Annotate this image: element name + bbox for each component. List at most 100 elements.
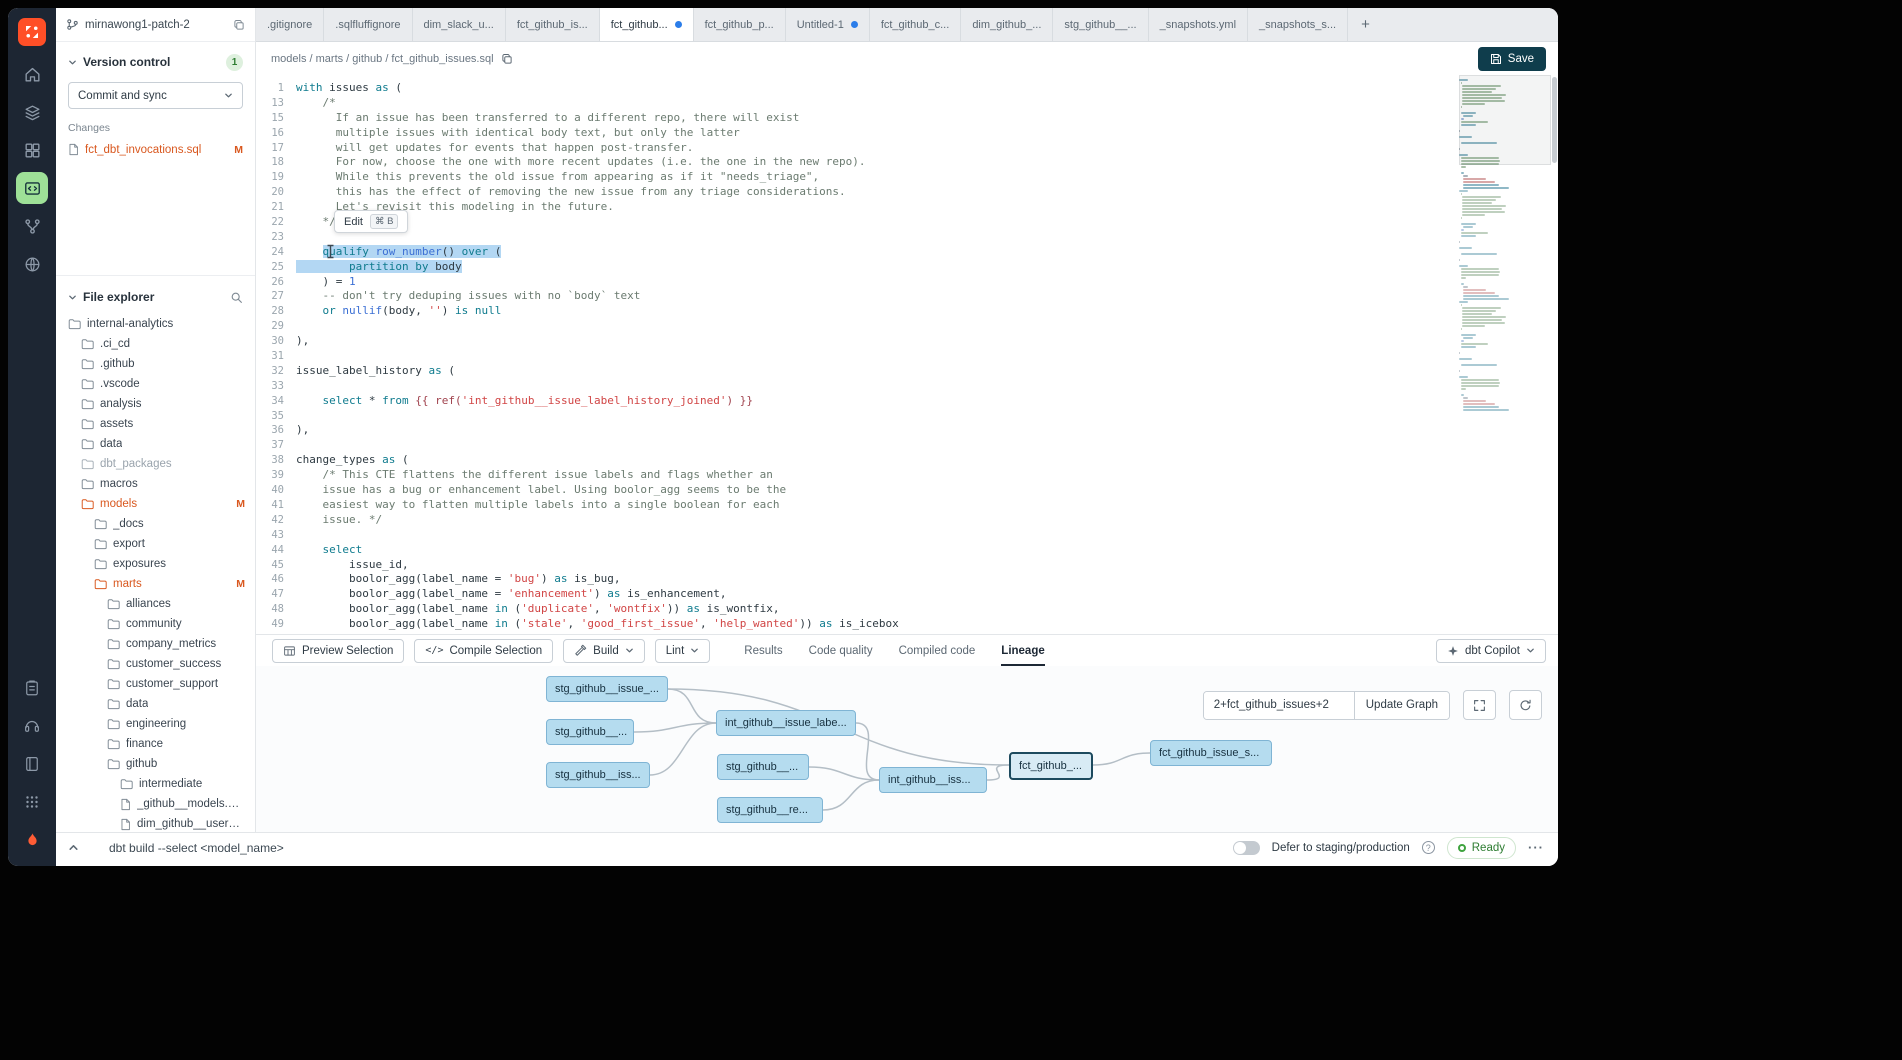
dashboard-icon[interactable]	[16, 134, 48, 166]
code-line[interactable]: 19 While this prevents the old issue fro…	[256, 170, 1558, 185]
file-tree-item[interactable]: intermediate	[56, 774, 255, 794]
file-tree-item[interactable]: internal-analytics	[56, 314, 255, 334]
code-line[interactable]: 38change_types as (	[256, 453, 1558, 468]
more-menu-button[interactable]: ···	[1528, 840, 1544, 855]
file-tree-item[interactable]: .github	[56, 354, 255, 374]
warehouse-icon[interactable]	[16, 96, 48, 128]
status-ready-badge[interactable]: Ready	[1447, 837, 1516, 859]
dag-icon[interactable]	[16, 210, 48, 242]
editor-tab[interactable]: fct_github_p...	[694, 8, 786, 41]
file-tree-item[interactable]: community	[56, 614, 255, 634]
commit-and-sync-dropdown[interactable]: Commit and sync	[68, 82, 243, 109]
code-line[interactable]: 30),	[256, 334, 1558, 349]
lineage-node[interactable]: stg_github__issue_...	[546, 676, 668, 702]
code-line[interactable]: 45 issue_id,	[256, 558, 1558, 573]
file-tree-item[interactable]: analysis	[56, 394, 255, 414]
editor-tab[interactable]: .gitignore	[256, 8, 324, 41]
file-tree-item[interactable]: engineering	[56, 714, 255, 734]
lint-button[interactable]: Lint	[655, 639, 711, 663]
dbt-copilot-button[interactable]: dbt Copilot	[1436, 639, 1546, 663]
code-line[interactable]: 15 If an issue has been transferred to a…	[256, 111, 1558, 126]
code-line[interactable]: 33	[256, 379, 1558, 394]
editor-tab[interactable]: dim_slack_u...	[413, 8, 506, 41]
code-line[interactable]: 41 easiest way to flatten multiple label…	[256, 498, 1558, 513]
lineage-node[interactable]: stg_github__iss...	[546, 762, 650, 788]
panel-tab-lineage[interactable]: Lineage	[1001, 635, 1044, 666]
lineage-node[interactable]: fct_github_...	[1009, 752, 1093, 780]
code-line[interactable]: 48 boolor_agg(label_name in ('duplicate'…	[256, 602, 1558, 617]
file-tree-item[interactable]: customer_support	[56, 674, 255, 694]
code-line[interactable]: 32issue_label_history as (	[256, 364, 1558, 379]
save-button[interactable]: Save	[1478, 47, 1546, 71]
expand-panel-button[interactable]	[64, 838, 83, 857]
editor-tab[interactable]: fct_github...	[600, 8, 694, 41]
code-line[interactable]: 35	[256, 409, 1558, 424]
code-line[interactable]: 26 ) = 1	[256, 275, 1558, 290]
editor-tab[interactable]: fct_github_c...	[870, 8, 962, 41]
minimap-viewport[interactable]	[1459, 75, 1551, 165]
code-line[interactable]: 25 partition by body	[256, 260, 1558, 275]
code-line[interactable]: 31	[256, 349, 1558, 364]
editor-tab[interactable]: _snapshots_s...	[1248, 8, 1348, 41]
defer-toggle[interactable]	[1233, 841, 1260, 855]
code-line[interactable]: 49 boolor_agg(label_name in ('stale', 'g…	[256, 617, 1558, 632]
editor-tab[interactable]: stg_github__...	[1053, 8, 1148, 41]
code-line[interactable]: 24 qualify row_number() over (	[256, 245, 1558, 260]
code-line[interactable]: 46 boolor_agg(label_name = 'bug') as is_…	[256, 572, 1558, 587]
lineage-node[interactable]: int_github__iss...	[879, 767, 987, 793]
file-tree-item[interactable]: alliances	[56, 594, 255, 614]
lineage-node[interactable]: fct_github_issue_s...	[1150, 740, 1272, 766]
code-line[interactable]: 27 -- don't try deduping issues with no …	[256, 289, 1558, 304]
code-line[interactable]: 23	[256, 230, 1558, 245]
code-line[interactable]: 47 boolor_agg(label_name = 'enhancement'…	[256, 587, 1558, 602]
code-line[interactable]: 18 For now, choose the one with more rec…	[256, 155, 1558, 170]
compile-selection-button[interactable]: </> Compile Selection	[414, 639, 553, 663]
code-line[interactable]: 39 /* This CTE flattens the different is…	[256, 468, 1558, 483]
file-tree-item[interactable]: dim_github__users.sql	[56, 814, 255, 832]
lineage-node[interactable]: stg_github__...	[717, 754, 809, 780]
apps-icon[interactable]	[16, 786, 48, 818]
code-line[interactable]: 16 multiple issues with identical body t…	[256, 126, 1558, 141]
search-icon[interactable]	[230, 291, 243, 304]
develop-icon[interactable]	[16, 172, 48, 204]
support-icon[interactable]	[16, 710, 48, 742]
code-line[interactable]: 36),	[256, 423, 1558, 438]
file-tree-item[interactable]: .vscode	[56, 374, 255, 394]
code-editor[interactable]: 1with issues as (13 /*15 If an issue has…	[256, 75, 1558, 634]
copy-path-icon[interactable]	[501, 53, 513, 65]
refresh-button[interactable]	[1509, 690, 1542, 720]
preview-selection-button[interactable]: Preview Selection	[272, 639, 404, 663]
code-line[interactable]: 44 select	[256, 543, 1558, 558]
file-tree-item[interactable]: finance	[56, 734, 255, 754]
lineage-selector-input[interactable]	[1204, 692, 1354, 719]
lineage-node[interactable]: stg_github__re...	[717, 797, 823, 823]
editor-tab[interactable]: dim_github_...	[961, 8, 1053, 41]
version-control-header[interactable]: Version control 1	[68, 51, 243, 73]
file-explorer-header[interactable]: File explorer	[56, 285, 255, 309]
file-tree-item[interactable]: assets	[56, 414, 255, 434]
code-line[interactable]: 40 issue has a bug or enhancement label.…	[256, 483, 1558, 498]
file-tree-item[interactable]: export	[56, 534, 255, 554]
file-tree-item[interactable]: _docs	[56, 514, 255, 534]
editor-tab[interactable]: _snapshots.yml	[1149, 8, 1248, 41]
panel-tab-code-quality[interactable]: Code quality	[809, 635, 873, 666]
globe-icon[interactable]	[16, 248, 48, 280]
code-line[interactable]: 22 */	[256, 215, 1558, 230]
build-button[interactable]: Build	[563, 639, 645, 663]
dbt-logo[interactable]	[18, 18, 46, 46]
notebook-icon[interactable]	[16, 748, 48, 780]
tasks-icon[interactable]	[16, 672, 48, 704]
update-graph-button[interactable]: Update Graph	[1354, 692, 1449, 719]
panel-tab-results[interactable]: Results	[744, 635, 782, 666]
command-preview[interactable]: dbt build --select <model_name>	[109, 841, 284, 855]
file-tree-item[interactable]: company_metrics	[56, 634, 255, 654]
file-tree-item[interactable]: customer_success	[56, 654, 255, 674]
file-tree-item[interactable]: modelsM	[56, 494, 255, 514]
editor-scrollbar[interactable]	[1551, 75, 1558, 634]
changed-file-item[interactable]: fct_dbt_invocations.sqlM	[68, 143, 243, 156]
file-tree-item[interactable]: martsM	[56, 574, 255, 594]
code-line[interactable]: 28 or nullif(body, '') is null	[256, 304, 1558, 319]
lineage-node[interactable]: int_github__issue_labe...	[716, 710, 856, 736]
file-tree-item[interactable]: _github__models.yml	[56, 794, 255, 814]
code-line[interactable]: 42 issue. */	[256, 513, 1558, 528]
